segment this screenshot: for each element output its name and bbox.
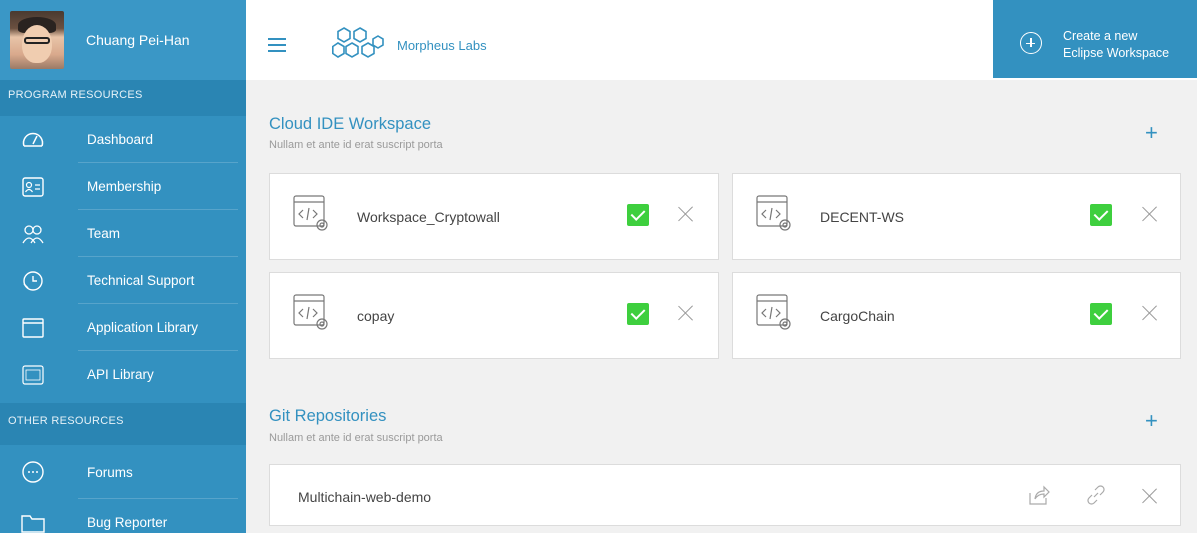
- create-button-label: Create a new: [1063, 29, 1138, 43]
- user-name: Chuang Pei-Han: [86, 32, 190, 48]
- top-bar: Morpheus Labs Create a new Eclipse Works…: [246, 0, 1197, 80]
- sidebar-item-label: Team: [87, 226, 121, 241]
- other-resources-header: OTHER RESOURCES: [0, 403, 246, 445]
- create-button-label: Eclipse Workspace: [1063, 46, 1170, 60]
- avatar: [10, 11, 64, 69]
- check-icon[interactable]: [1090, 303, 1112, 325]
- hamburger-menu-icon[interactable]: [268, 38, 286, 52]
- check-icon[interactable]: [627, 204, 649, 226]
- support-icon: [20, 268, 46, 294]
- window-icon: [20, 315, 46, 341]
- user-profile[interactable]: Chuang Pei-Han: [0, 0, 246, 80]
- sidebar-item-bug-reporter[interactable]: Bug Reporter: [0, 499, 246, 533]
- sidebar-item-label: Bug Reporter: [87, 515, 168, 530]
- workspace-section-subtitle: Nullam et ante id erat suscript porta: [269, 139, 443, 151]
- workspace-card[interactable]: DECENT-WS: [732, 173, 1181, 260]
- morpheus-logo-icon: [332, 27, 384, 58]
- sidebar-item-label: API Library: [87, 367, 154, 382]
- sidebar: Chuang Pei-Han PROGRAM RESOURCES Dashboa…: [0, 0, 246, 533]
- plus-circle-icon: [1020, 32, 1042, 54]
- gauge-icon: [20, 127, 46, 153]
- workspace-card[interactable]: CargoChain: [732, 272, 1181, 359]
- code-workspace-icon: [756, 294, 791, 330]
- close-icon[interactable]: [678, 206, 694, 222]
- code-workspace-icon: [293, 195, 328, 231]
- api-icon: [20, 362, 46, 388]
- sidebar-item-application-library[interactable]: Application Library: [0, 304, 246, 351]
- brand-name: Morpheus Labs: [397, 38, 487, 53]
- add-workspace-button[interactable]: +: [1145, 122, 1158, 144]
- workspace-card[interactable]: Workspace_Cryptowall: [269, 173, 719, 260]
- workspace-card[interactable]: copay: [269, 272, 719, 359]
- close-icon[interactable]: [1142, 305, 1158, 321]
- close-icon[interactable]: [678, 305, 694, 321]
- id-card-icon: [20, 174, 46, 200]
- sidebar-item-team[interactable]: Team: [0, 210, 246, 257]
- sidebar-item-label: Dashboard: [87, 132, 154, 147]
- workspace-name: Workspace_Cryptowall: [357, 209, 500, 225]
- link-icon[interactable]: [1085, 484, 1107, 506]
- folder-icon: [20, 510, 46, 533]
- sidebar-item-label: Forums: [87, 464, 133, 480]
- sidebar-item-api-library[interactable]: API Library: [0, 351, 246, 398]
- close-icon[interactable]: [1142, 488, 1158, 504]
- sidebar-item-forums[interactable]: Forums: [0, 445, 246, 499]
- team-icon: [20, 221, 46, 247]
- close-icon[interactable]: [1142, 206, 1158, 222]
- repository-name: Multichain-web-demo: [298, 489, 432, 505]
- sidebar-item-label: Technical Support: [87, 273, 195, 288]
- create-eclipse-workspace-button[interactable]: Create a new Eclipse Workspace: [993, 0, 1197, 78]
- repo-section-subtitle: Nullam et ante id erat suscript porta: [269, 432, 443, 444]
- workspace-name: copay: [357, 308, 395, 324]
- add-repository-button[interactable]: +: [1145, 410, 1158, 432]
- workspace-section-title: Cloud IDE Workspace: [269, 115, 432, 133]
- share-icon[interactable]: [1027, 483, 1051, 507]
- sidebar-item-label: Membership: [87, 179, 162, 194]
- workspace-name: CargoChain: [820, 308, 895, 324]
- repository-row[interactable]: Multichain-web-demo: [269, 464, 1181, 526]
- sidebar-item-technical-support[interactable]: Technical Support: [0, 257, 246, 304]
- sidebar-item-dashboard[interactable]: Dashboard: [0, 116, 246, 163]
- program-resources-header: PROGRAM RESOURCES: [0, 80, 246, 116]
- sidebar-item-membership[interactable]: Membership: [0, 163, 246, 210]
- chat-bubble-icon: [20, 459, 46, 485]
- workspace-name: DECENT-WS: [820, 209, 904, 225]
- sidebar-item-label: Application Library: [87, 320, 199, 335]
- check-icon[interactable]: [627, 303, 649, 325]
- code-workspace-icon: [293, 294, 328, 330]
- code-workspace-icon: [756, 195, 791, 231]
- repo-section-title: Git Repositories: [269, 407, 387, 425]
- check-icon[interactable]: [1090, 204, 1112, 226]
